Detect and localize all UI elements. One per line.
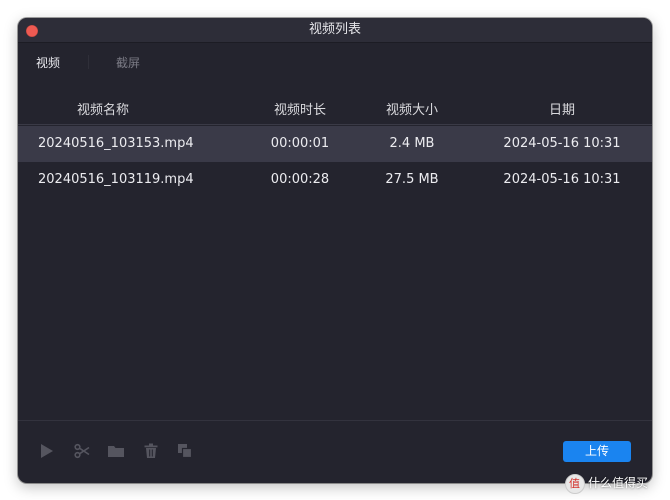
- column-header-date[interactable]: 日期: [487, 99, 637, 118]
- play-icon[interactable]: [38, 442, 56, 460]
- folder-icon[interactable]: [107, 442, 125, 460]
- video-duration: 00:00:01: [270, 136, 330, 151]
- video-duration: 00:00:28: [270, 172, 330, 187]
- upload-button[interactable]: 上传: [563, 441, 631, 462]
- table-header: 视频名称 视频时长 视频大小 日期: [18, 92, 652, 125]
- video-date: 2024-05-16 10:31: [503, 172, 621, 187]
- title-bar: 视频列表: [18, 18, 652, 43]
- scissors-icon[interactable]: [73, 442, 91, 460]
- tab-bar: 视频 截屏: [18, 43, 652, 77]
- column-header-name[interactable]: 视频名称: [77, 99, 129, 118]
- video-name: 20240516_103119.mp4: [38, 172, 194, 187]
- copy-icon[interactable]: [176, 442, 194, 460]
- column-header-size[interactable]: 视频大小: [372, 99, 452, 118]
- tab-divider: [88, 55, 89, 69]
- footer-divider: [18, 420, 652, 421]
- video-list-window: 视频列表 视频 截屏 视频名称 视频时长 视频大小 日期 20240516_10…: [18, 18, 652, 483]
- tab-screenshots[interactable]: 截屏: [116, 54, 140, 71]
- table-row[interactable]: 20240516_103153.mp4 00:00:01 2.4 MB 2024…: [18, 126, 652, 162]
- video-size: 2.4 MB: [389, 136, 435, 151]
- watermark-logo-icon: [565, 474, 585, 494]
- video-name: 20240516_103153.mp4: [38, 136, 194, 151]
- watermark-text: 什么值得买: [588, 476, 649, 490]
- window-title: 视频列表: [308, 22, 361, 37]
- trash-icon[interactable]: [142, 442, 160, 460]
- tab-videos[interactable]: 视频: [36, 54, 60, 71]
- column-header-duration[interactable]: 视频时长: [260, 99, 340, 118]
- video-date: 2024-05-16 10:31: [503, 136, 621, 151]
- video-size: 27.5 MB: [385, 172, 439, 187]
- table-row[interactable]: 20240516_103119.mp4 00:00:28 27.5 MB 202…: [18, 162, 652, 198]
